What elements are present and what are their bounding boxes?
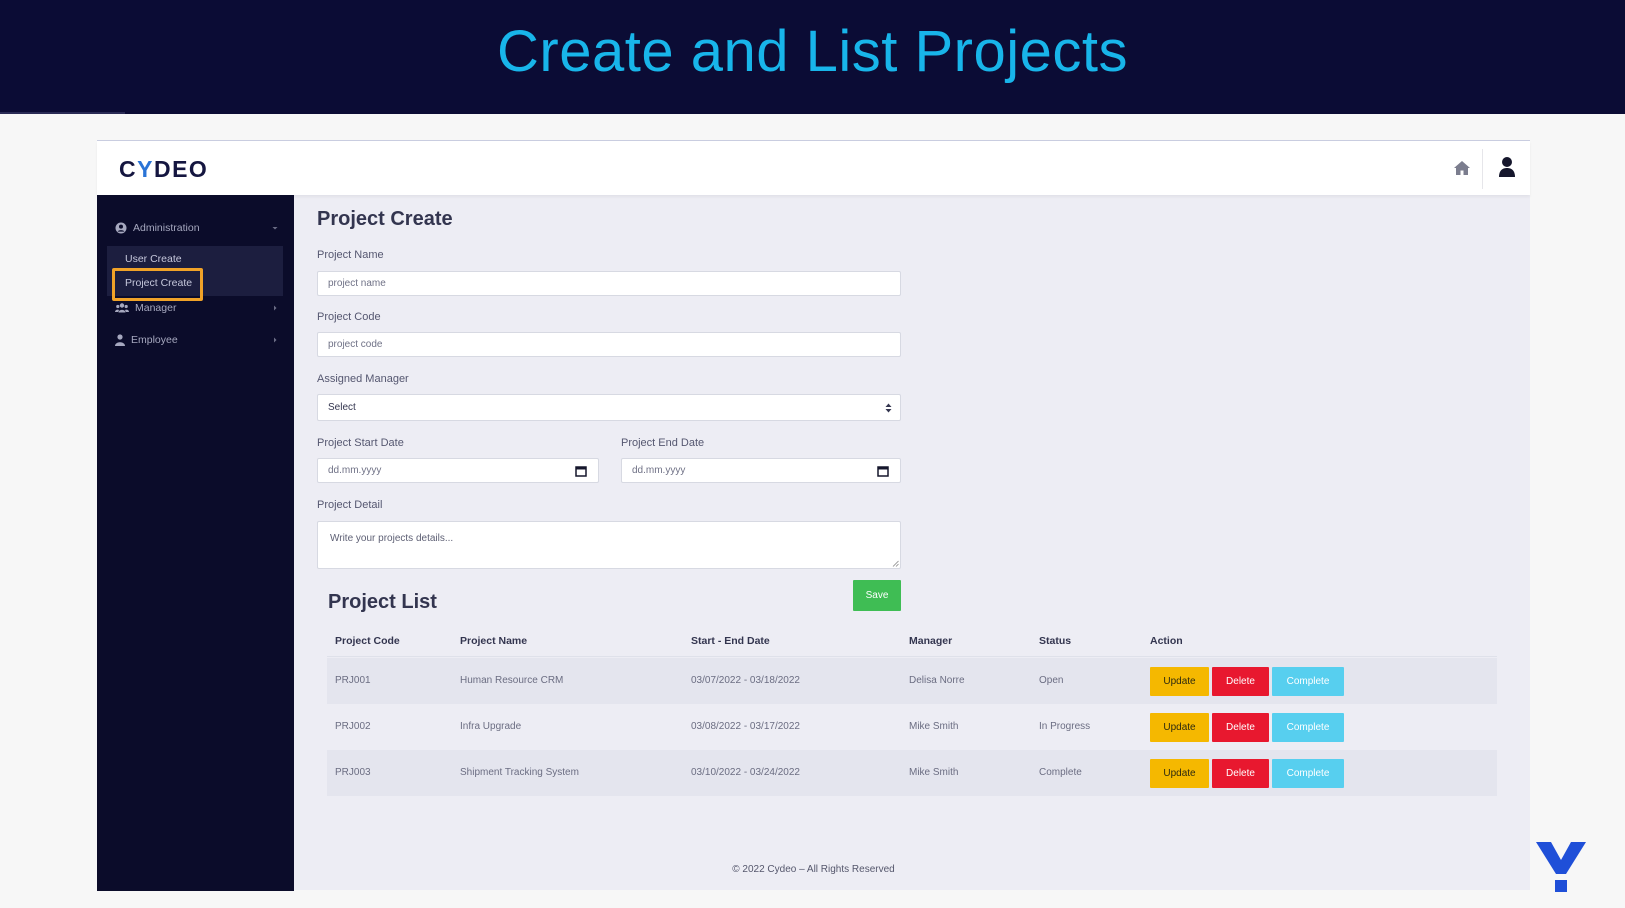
cell-code: PRJ003: [335, 767, 371, 778]
start-date-label: Project Start Date: [317, 437, 404, 449]
project-code-label: Project Code: [317, 311, 381, 323]
textarea-placeholder: Write your projects details...: [330, 533, 454, 544]
home-icon[interactable]: [1452, 158, 1472, 178]
cell-manager: Mike Smith: [909, 721, 959, 732]
cell-code: PRJ001: [335, 675, 371, 686]
app-topbar: CYDEO: [97, 141, 1530, 195]
user-icon: [115, 334, 125, 346]
cell-dates: 03/10/2022 - 03/24/2022: [691, 767, 800, 778]
users-icon: [115, 303, 129, 313]
sidebar-item-label: Employee: [131, 334, 178, 346]
cell-code: PRJ002: [335, 721, 371, 732]
calendar-icon[interactable]: [575, 465, 587, 477]
table-row: PRJ003 Shipment Tracking System 03/10/20…: [327, 750, 1497, 796]
table-row: PRJ002 Infra Upgrade 03/08/2022 - 03/17/…: [327, 704, 1497, 750]
delete-button[interactable]: Delete: [1212, 667, 1269, 696]
chevron-down-icon: [272, 227, 278, 230]
start-date-input[interactable]: dd.mm.yyyy: [317, 458, 599, 483]
complete-button[interactable]: Complete: [1272, 667, 1344, 696]
complete-button[interactable]: Complete: [1272, 713, 1344, 742]
update-button[interactable]: Update: [1150, 667, 1209, 696]
app-window: CYDEO Administration User Create Project…: [97, 140, 1530, 891]
cell-status: Complete: [1039, 767, 1082, 778]
project-name-input[interactable]: [317, 271, 901, 296]
cell-manager: Delisa Norre: [909, 675, 965, 686]
assigned-manager-label: Assigned Manager: [317, 373, 409, 385]
project-list-title: Project List: [328, 591, 437, 613]
slide-title: Create and List Projects: [497, 19, 1128, 84]
sidebar-item-user-create[interactable]: User Create: [125, 253, 182, 265]
select-arrows-icon: [885, 403, 892, 413]
project-detail-label: Project Detail: [317, 499, 383, 511]
sidebar: Administration User Create Project Creat…: [97, 195, 294, 891]
slide-header: Create and List Projects: [0, 0, 1625, 114]
start-date-value: dd.mm.yyyy: [328, 465, 382, 476]
col-dates[interactable]: Start - End Date: [691, 635, 770, 647]
resize-handle-icon[interactable]: [892, 560, 899, 567]
cydeo-logo[interactable]: CYDEO: [119, 156, 208, 183]
cell-name: Infra Upgrade: [460, 721, 522, 732]
end-date-label: Project End Date: [621, 437, 705, 449]
select-value: Select: [328, 402, 356, 413]
sidebar-item-manager[interactable]: Manager: [115, 298, 277, 318]
user-icon[interactable]: [1497, 156, 1517, 178]
table-row: PRJ001 Human Resource CRM 03/07/2022 - 0…: [327, 658, 1497, 704]
cell-name: Shipment Tracking System: [460, 767, 579, 778]
project-detail-textarea[interactable]: Write your projects details...: [317, 521, 901, 569]
col-manager[interactable]: Manager: [909, 635, 952, 647]
update-button[interactable]: Update: [1150, 713, 1209, 742]
cell-status: Open: [1039, 675, 1064, 686]
cell-dates: 03/08/2022 - 03/17/2022: [691, 721, 800, 732]
page-title: Project Create: [317, 208, 453, 230]
project-name-label: Project Name: [317, 249, 384, 261]
user-circle-icon: [115, 222, 127, 234]
col-status[interactable]: Status: [1039, 635, 1071, 647]
delete-button[interactable]: Delete: [1212, 759, 1269, 788]
highlight-box: [112, 268, 203, 301]
project-code-input[interactable]: [317, 332, 901, 357]
chevron-right-icon: [274, 305, 277, 311]
topbar-divider: [1482, 149, 1483, 189]
cell-name: Human Resource CRM: [460, 675, 564, 686]
cell-status: In Progress: [1039, 721, 1091, 732]
end-date-input[interactable]: dd.mm.yyyy: [621, 458, 901, 483]
complete-button[interactable]: Complete: [1272, 759, 1344, 788]
header-accent: [0, 112, 125, 114]
save-button[interactable]: Save: [853, 580, 901, 611]
footer-copyright: © 2022 Cydeo – All Rights Reserved: [732, 864, 895, 875]
sidebar-item-label: Manager: [135, 302, 177, 314]
calendar-icon[interactable]: [877, 465, 889, 477]
update-button[interactable]: Update: [1150, 759, 1209, 788]
table-header: Project Code Project Name Start - End Da…: [327, 623, 1497, 657]
end-date-value: dd.mm.yyyy: [632, 465, 686, 476]
col-project-code[interactable]: Project Code: [335, 635, 400, 647]
sidebar-item-administration[interactable]: Administration: [115, 218, 278, 238]
cell-manager: Mike Smith: [909, 767, 959, 778]
delete-button[interactable]: Delete: [1212, 713, 1269, 742]
col-action: Action: [1150, 635, 1183, 647]
cydeo-brand-mark-icon: [1536, 842, 1586, 892]
sidebar-item-label: Administration: [133, 222, 200, 234]
sidebar-item-employee[interactable]: Employee: [115, 330, 277, 350]
assigned-manager-select[interactable]: Select: [317, 394, 901, 421]
cell-dates: 03/07/2022 - 03/18/2022: [691, 675, 800, 686]
chevron-right-icon: [274, 337, 277, 343]
col-project-name[interactable]: Project Name: [460, 635, 527, 647]
